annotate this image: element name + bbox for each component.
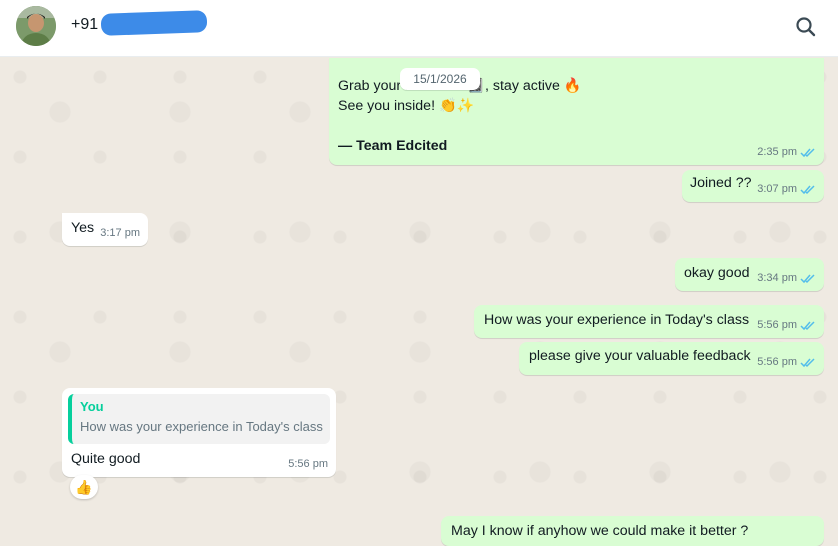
outgoing-message[interactable]: Joined ?? 3:07 pm <box>682 170 824 202</box>
message-text: okay good <box>684 265 750 281</box>
chat-header: +91 <box>0 0 838 57</box>
outgoing-message[interactable]: please give your valuable feedback 5:56 … <box>519 342 824 375</box>
read-receipt-icon <box>800 184 815 194</box>
message-time: 5:56 pm <box>757 356 797 368</box>
message-text: How was your experience in Today's class <box>484 312 750 328</box>
search-icon[interactable] <box>792 13 820 41</box>
incoming-reply-message[interactable]: You How was your experience in Today's c… <box>62 388 336 477</box>
quoted-author: You <box>80 399 104 414</box>
message-signature: — Team Edcited <box>338 138 448 154</box>
message-meta: 5:56 pm <box>288 454 328 474</box>
message-meta: 5:56 pm <box>757 315 816 335</box>
date-separator: 15/1/2026 <box>400 68 480 90</box>
message-meta: 3:07 pm <box>757 179 816 199</box>
contact-name[interactable]: +91 <box>71 16 98 34</box>
read-receipt-icon <box>800 320 815 330</box>
redacted-phone-number <box>100 10 208 36</box>
message-text: Quite good <box>71 451 141 467</box>
outgoing-message[interactable]: May I know if anyhow we could make it be… <box>441 516 824 546</box>
quoted-text: How was your experience in Today's class <box>80 419 323 434</box>
message-time: 3:34 pm <box>757 272 797 284</box>
thumbs-up-reaction[interactable]: 👍 <box>70 475 98 499</box>
quoted-message[interactable]: You How was your experience in Today's c… <box>68 394 330 444</box>
message-meta: 5:56 pm <box>757 352 816 372</box>
message-time: 5:56 pm <box>757 319 797 331</box>
message-time: 5:56 pm <box>288 458 328 470</box>
message-text: Yes <box>71 220 95 236</box>
message-text: Joined ?? <box>690 175 752 191</box>
outgoing-message[interactable]: okay good 3:34 pm <box>675 258 824 291</box>
read-receipt-icon <box>800 273 815 283</box>
contact-avatar[interactable] <box>16 6 56 46</box>
read-receipt-icon <box>800 357 815 367</box>
message-text: May I know if anyhow we could make it be… <box>451 523 749 539</box>
incoming-message[interactable]: Yes 3:17 pm <box>62 213 148 246</box>
message-time: 3:17 pm <box>100 227 140 239</box>
message-text: please give your valuable feedback <box>529 348 751 364</box>
message-time: 2:35 pm <box>757 146 797 158</box>
message-time: 3:07 pm <box>757 183 797 195</box>
message-meta: 3:17 pm <box>100 223 140 243</box>
message-meta: 2:35 pm <box>757 142 816 162</box>
message-text: See you inside! 👏✨ <box>338 98 475 114</box>
message-text <box>338 116 582 136</box>
read-receipt-icon <box>800 147 815 157</box>
outgoing-message[interactable]: How was your experience in Today's class… <box>474 305 824 338</box>
message-meta: 3:34 pm <box>757 268 816 288</box>
